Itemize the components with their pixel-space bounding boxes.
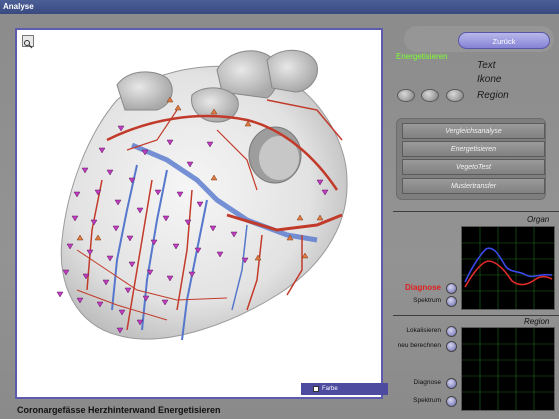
organ-spectrum-label: Spektrum — [413, 297, 441, 304]
region-localize-label: Lokalisieren — [406, 327, 441, 334]
display-options-title: Energetisieren — [396, 52, 448, 61]
organ-diagnose-button[interactable] — [446, 283, 457, 294]
color-toggle-bar[interactable]: Farbe — [301, 383, 388, 395]
heart-illustration — [56, 49, 348, 341]
menu-vegetotest[interactable]: VegetoTest — [402, 159, 545, 175]
color-checkbox[interactable] — [313, 386, 319, 392]
region-panel-title: Region — [524, 317, 550, 326]
region-spectrum-button[interactable] — [446, 396, 457, 407]
region-localize-button[interactable] — [446, 326, 457, 337]
menu-energetisieren[interactable]: Energetisieren — [402, 141, 545, 157]
option-icon-label: Ikone — [477, 74, 502, 85]
section-divider — [393, 315, 559, 316]
option-text-label: Text — [477, 60, 496, 71]
region-recalculate-button[interactable] — [446, 341, 457, 352]
menu-mustertransfer[interactable]: Mustertransfer — [402, 178, 545, 194]
organ-panel-title: Organ — [527, 215, 550, 224]
organ-spectrum-graph — [461, 226, 555, 310]
region-diagnose-label: Diagnose — [413, 379, 441, 386]
region-spectrum-graph — [461, 327, 555, 411]
window-title: Analyse — [0, 0, 559, 14]
color-label: Farbe — [322, 386, 338, 392]
menu-vergleichsanalyse[interactable]: Vergleichsanalyse — [402, 123, 545, 139]
region-recalculate-label: neu berechnen — [397, 342, 441, 349]
organ-diagnose-label: Diagnose — [404, 283, 441, 292]
option-region-button[interactable] — [446, 89, 464, 102]
organ-spectrum-button[interactable] — [446, 296, 457, 307]
section-divider — [393, 211, 559, 212]
region-spectrum-label: Spektrum — [413, 397, 441, 404]
heart-viewer[interactable]: Farbe — [15, 28, 388, 399]
region-diagnose-button[interactable] — [446, 378, 457, 389]
option-icon-button[interactable] — [421, 89, 439, 102]
option-region-label: Region — [477, 90, 509, 101]
viewer-caption: Coronargefässe Herzhinterwand Energetisi… — [17, 405, 221, 415]
back-button[interactable]: Zurück — [458, 32, 550, 49]
option-text-button[interactable] — [397, 89, 415, 102]
